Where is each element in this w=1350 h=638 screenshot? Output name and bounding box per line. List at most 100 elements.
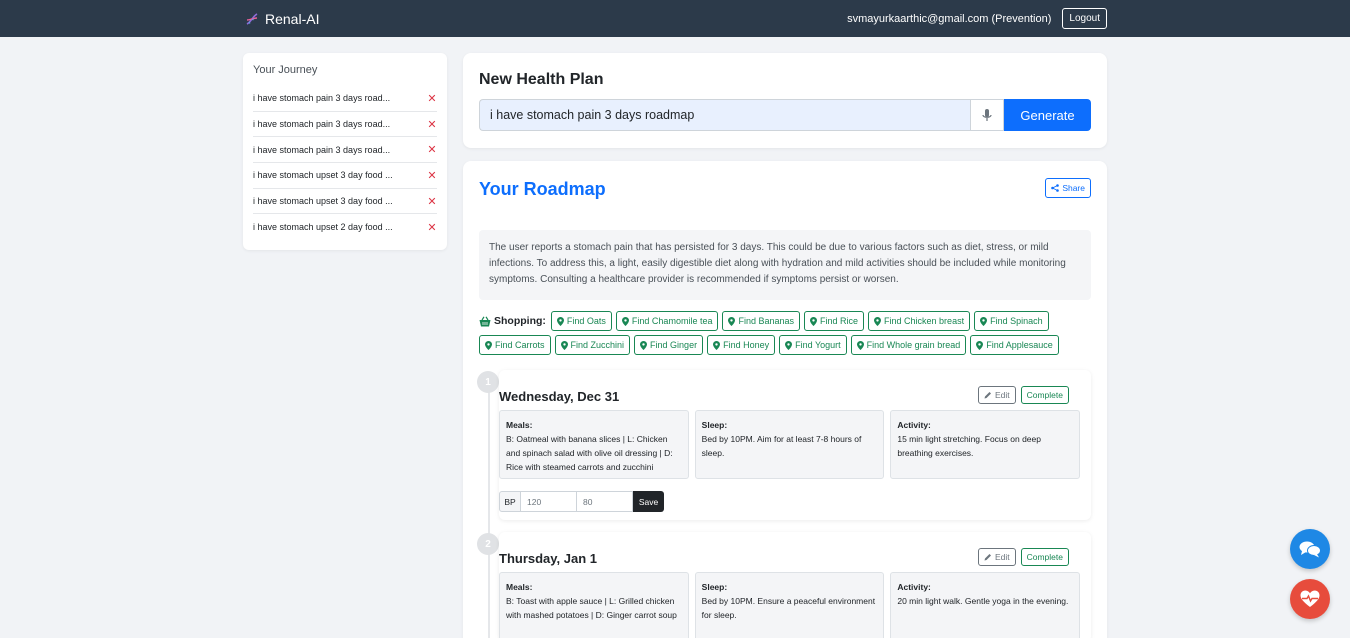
mic-button[interactable] (970, 99, 1004, 131)
bp-input-group: BP 120 80 Save (499, 491, 1080, 512)
activity-label: Activity: (897, 420, 931, 430)
day-number-badge: 1 (477, 371, 499, 393)
meals-label: Meals: (506, 582, 533, 592)
journey-item-label[interactable]: i have stomach upset 2 day food ... (253, 222, 393, 232)
plan-input[interactable]: i have stomach pain 3 days roadmap (479, 99, 970, 131)
shopping-chip[interactable]: Find Chamomile tea (615, 311, 719, 331)
meals-text: B: Oatmeal with banana slices | L: Chick… (506, 434, 673, 472)
shopping-chip[interactable]: Find Bananas (722, 311, 801, 331)
shopping-chip-label: Find Oats (566, 316, 606, 326)
navbar: Renal-AI svmayurkaarthic@gmail.com (Prev… (0, 0, 1350, 37)
day-card: Thursday, Jan 1 Edit Complete Meals: B: … (499, 532, 1091, 638)
sidebar-title: Your Journey (253, 64, 318, 76)
journey-item[interactable]: i have stomach pain 3 days road... ✕ (253, 112, 437, 138)
dna-icon (246, 13, 258, 25)
activity-label: Activity: (897, 582, 931, 592)
activity-text: 15 min light stretching. Focus on deep b… (897, 434, 1041, 458)
logout-button[interactable]: Logout (1062, 8, 1107, 29)
bp-save-button[interactable]: Save (633, 491, 664, 512)
delete-icon[interactable]: ✕ (427, 221, 437, 234)
shopping-chip-label: Find Carrots (495, 340, 545, 350)
activity-box: Activity: 15 min light stretching. Focus… (890, 410, 1081, 479)
delete-icon[interactable]: ✕ (427, 92, 437, 105)
journey-item-label[interactable]: i have stomach pain 3 days road... (253, 119, 390, 129)
delete-icon[interactable]: ✕ (427, 118, 437, 131)
map-pin-icon (874, 316, 882, 326)
shopping-chip[interactable]: Find Carrots (479, 335, 551, 355)
edit-button[interactable]: Edit (977, 386, 1016, 404)
bp-systolic-input[interactable]: 120 (521, 491, 577, 512)
chat-button[interactable] (1290, 529, 1330, 569)
delete-icon[interactable]: ✕ (427, 143, 437, 156)
brand-name: Renal-AI (265, 11, 320, 27)
day-title: Wednesday, Dec 31 (499, 388, 620, 404)
map-pin-icon (976, 340, 984, 350)
activity-box: Activity: 20 min light walk. Gentle yoga… (890, 572, 1081, 638)
map-pin-icon (713, 340, 721, 350)
map-pin-icon (728, 316, 736, 326)
delete-icon[interactable]: ✕ (427, 169, 437, 182)
shopping-list: Shopping: Find Oats Find Chamomile tea Fin… (479, 311, 1091, 355)
map-pin-icon (810, 316, 818, 326)
sleep-label: Sleep: (701, 582, 728, 592)
edit-label: Edit (994, 390, 1010, 400)
shopping-chip-label: Find Bananas (738, 316, 795, 326)
map-pin-icon (640, 340, 648, 350)
meals-label: Meals: (506, 420, 533, 430)
plan-input-group: i have stomach pain 3 days roadmap Gener… (479, 99, 1091, 131)
shopping-chip-label: Find Yogurt (795, 340, 841, 350)
edit-button[interactable]: Edit (977, 548, 1016, 566)
shopping-chip[interactable]: Find Chicken breast (868, 311, 971, 331)
roadmap-summary: The user reports a stomach pain that has… (479, 230, 1091, 300)
meals-box: Meals: B: Oatmeal with banana slices | L… (499, 410, 689, 479)
journey-item[interactable]: i have stomach pain 3 days road... ✕ (253, 86, 437, 112)
journey-item[interactable]: i have stomach upset 2 day food ... ✕ (253, 214, 437, 240)
day-title: Thursday, Jan 1 (499, 550, 598, 566)
journey-item[interactable]: i have stomach upset 3 day food ... ✕ (253, 189, 437, 215)
journey-item-label[interactable]: i have stomach upset 3 day food ... (253, 196, 393, 206)
shopping-chip[interactable]: Find Ginger (634, 335, 704, 355)
shopping-chip[interactable]: Find Honey (707, 335, 776, 355)
shopping-chip-label: Find Rice (820, 316, 859, 326)
bp-diastolic-input[interactable]: 80 (577, 491, 633, 512)
shopping-chip[interactable]: Find Zucchini (554, 335, 631, 355)
map-pin-icon (980, 316, 988, 326)
share-label: Share (1062, 183, 1085, 193)
delete-icon[interactable]: ✕ (427, 195, 437, 208)
bp-label: BP (499, 491, 521, 512)
meals-box: Meals: B: Toast with apple sauce | L: Gr… (499, 572, 689, 638)
shopping-chip[interactable]: Find Rice (804, 311, 865, 331)
map-pin-icon (485, 340, 492, 350)
shopping-chip[interactable]: Find Oats (550, 311, 612, 331)
plan-title: New Health Plan (479, 71, 604, 88)
shopping-chip-label: Find Whole grain bread (866, 340, 961, 350)
health-monitor-button[interactable] (1290, 579, 1330, 619)
brand[interactable]: Renal-AI (244, 11, 319, 27)
shopping-chip-label: Find Chicken breast (884, 316, 965, 326)
journey-item[interactable]: i have stomach upset 3 day food ... ✕ (253, 163, 437, 189)
pencil-icon (984, 392, 991, 399)
shopping-chip-label: Find Zucchini (570, 340, 625, 350)
map-pin-icon (856, 340, 864, 350)
timeline-line (488, 378, 490, 638)
complete-button[interactable]: Complete (1020, 548, 1069, 566)
journey-sidebar: Your Journey i have stomach pain 3 days … (243, 53, 447, 250)
share-button[interactable]: Share (1045, 178, 1091, 198)
generate-button[interactable]: Generate (1004, 99, 1091, 131)
user-email: svmayurkaarthic@gmail.com (Prevention) (847, 12, 1052, 25)
shopping-chip[interactable]: Find Yogurt (779, 335, 847, 355)
map-pin-icon (621, 316, 629, 326)
journey-item-label[interactable]: i have stomach pain 3 days road... (253, 145, 390, 155)
complete-button[interactable]: Complete (1020, 386, 1069, 404)
shopping-chip[interactable]: Find Applesauce (970, 335, 1059, 355)
shopping-label-text: Shopping: (494, 315, 546, 327)
shopping-chip[interactable]: Find Whole grain bread (850, 335, 967, 355)
journey-item-label[interactable]: i have stomach pain 3 days road... (253, 93, 390, 103)
journey-item-label[interactable]: i have stomach upset 3 day food ... (253, 170, 393, 180)
shopping-chip-label: Find Ginger (650, 340, 698, 350)
journey-item[interactable]: i have stomach pain 3 days road... ✕ (253, 137, 437, 164)
heart-pulse-icon (1300, 590, 1320, 607)
shopping-chip[interactable]: Find Spinach (974, 311, 1049, 331)
shopping-chip-label: Find Honey (723, 340, 770, 350)
edit-label: Edit (994, 552, 1010, 562)
